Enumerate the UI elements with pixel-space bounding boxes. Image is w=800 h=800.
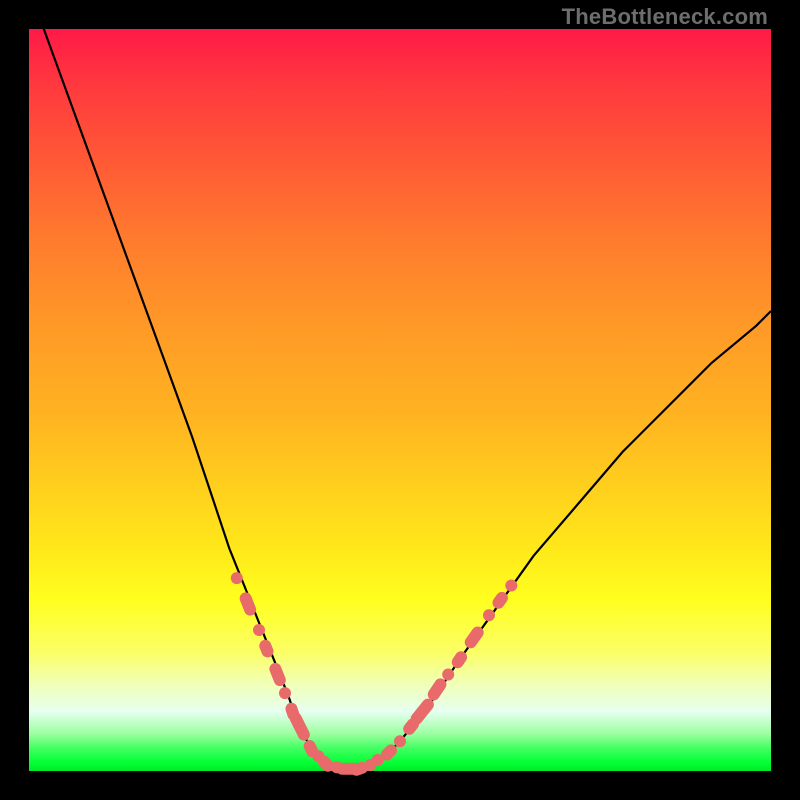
- curve-marker: [408, 696, 436, 727]
- curve-svg: [29, 29, 771, 771]
- chart-frame: TheBottleneck.com: [0, 0, 800, 800]
- curve-markers: [229, 570, 520, 777]
- attribution-text: TheBottleneck.com: [562, 4, 768, 30]
- plot-area: [29, 29, 771, 771]
- curve-marker: [288, 710, 312, 742]
- curve-marker: [449, 649, 469, 671]
- curve-marker: [277, 685, 293, 701]
- bottleneck-curve: [44, 29, 771, 771]
